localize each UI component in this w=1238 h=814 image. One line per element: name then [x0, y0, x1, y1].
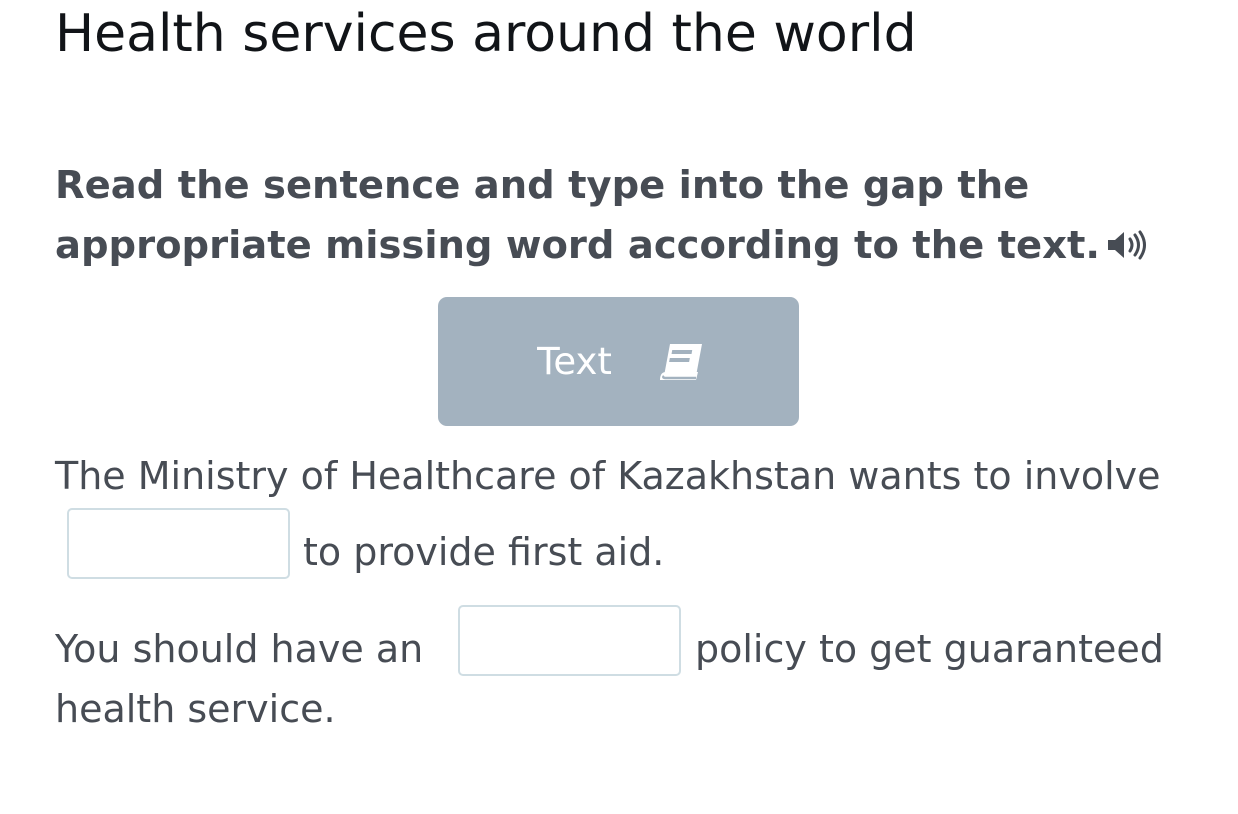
sentence-1-part-2: to provide first aid. — [303, 530, 665, 574]
instruction-text: Read the sentence and type into the gap … — [55, 156, 1175, 279]
book-icon — [659, 343, 702, 380]
page-title: Health services around the world — [55, 4, 917, 64]
speaker-icon[interactable] — [1106, 219, 1156, 279]
sentence-2-part-1: You should have an — [55, 627, 424, 671]
instruction-line-1: Read the sentence and type into the gap … — [55, 163, 1030, 208]
sentence-2-part-3: health service. — [55, 687, 336, 731]
sentence-1-part-1: The Ministry of Healthcare of Kazakhstan… — [55, 454, 1161, 498]
sentence-2-part-2: policy to get guaranteed — [695, 627, 1164, 671]
instruction-line-2: appropriate missing word according to th… — [55, 216, 1175, 279]
gap-input-2[interactable] — [458, 605, 681, 676]
gap-input-1[interactable] — [67, 508, 290, 579]
text-button-label: Text — [537, 340, 612, 383]
text-button[interactable]: Text — [438, 297, 799, 426]
instruction-line-2-text: appropriate missing word according to th… — [55, 223, 1101, 268]
